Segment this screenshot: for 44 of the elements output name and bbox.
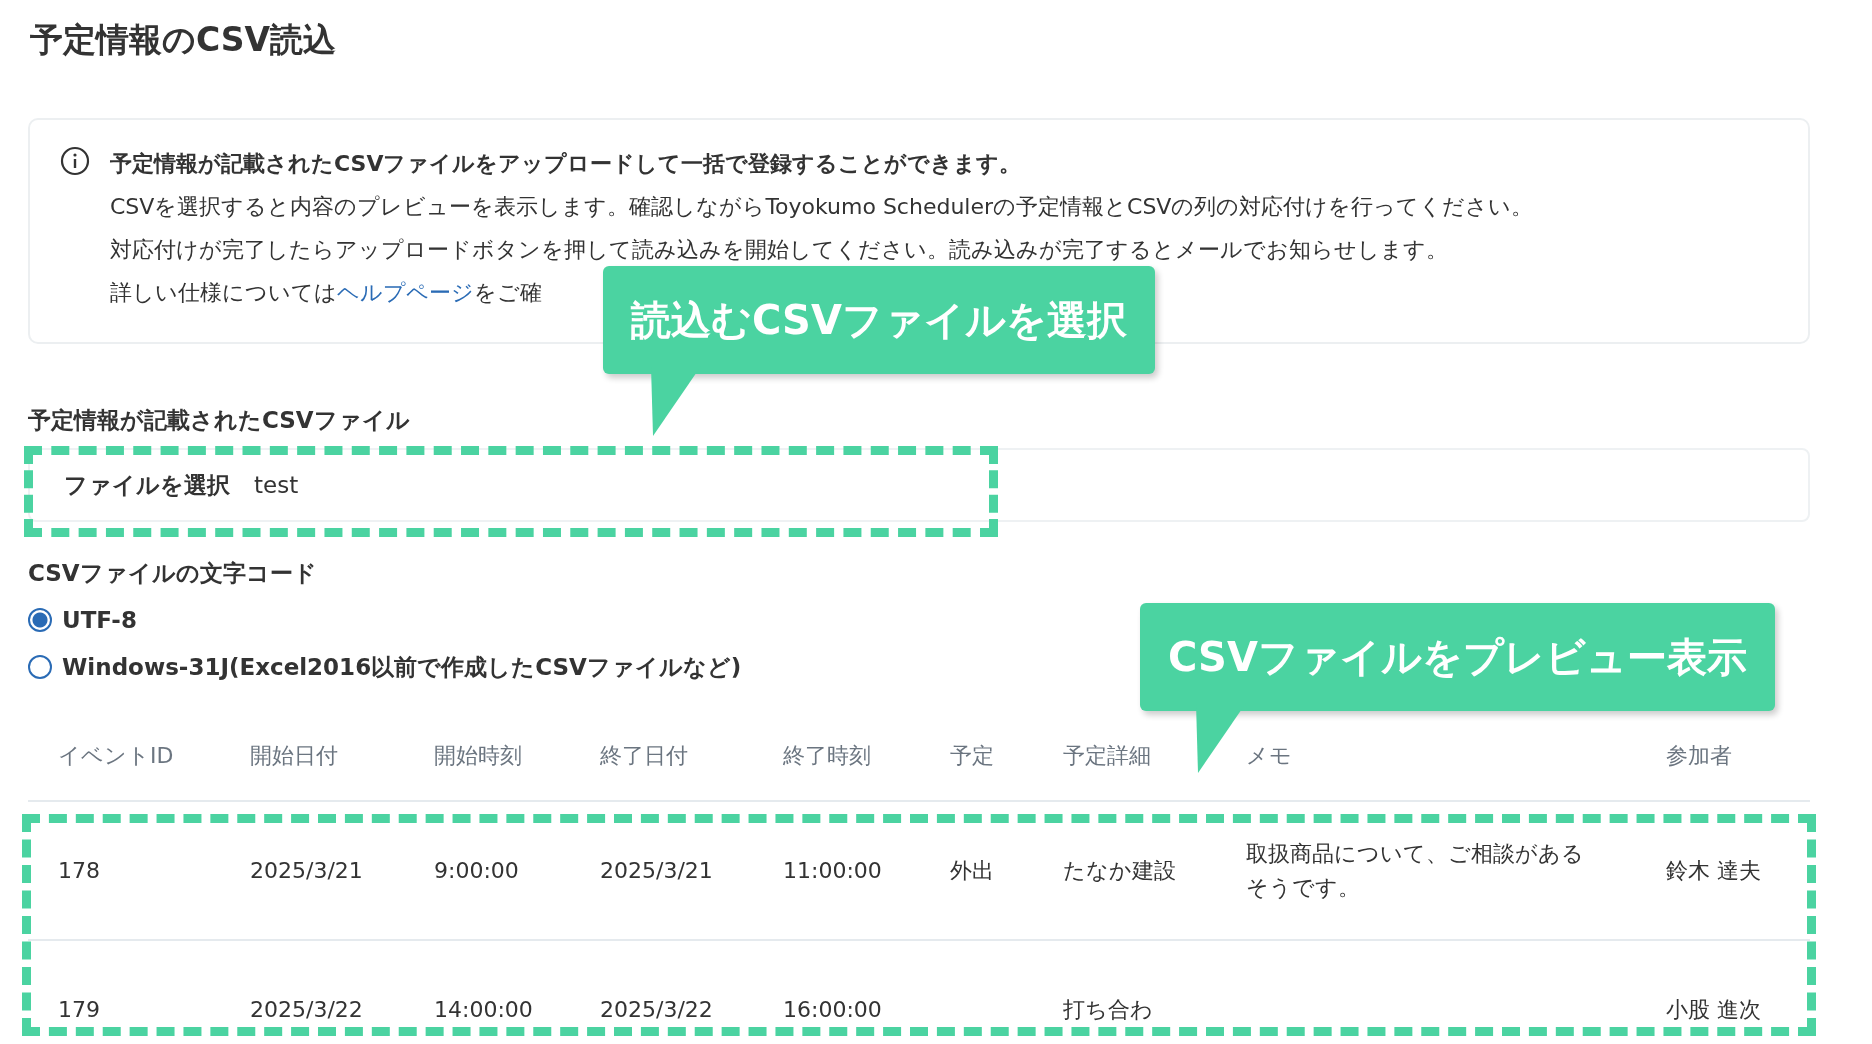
- column-header: 参加者: [1666, 743, 1732, 768]
- column-header: 終了時刻: [783, 743, 871, 768]
- file-button[interactable]: ファイルを選択: [64, 469, 230, 501]
- radio-label: UTF-8: [62, 606, 137, 635]
- file-input[interactable]: ファイルを選択 test: [28, 448, 1810, 522]
- table-cell: たなか建設: [1063, 857, 1176, 883]
- table-cell: 2025/3/22: [600, 996, 713, 1022]
- table-cell: 178: [58, 857, 100, 883]
- field-label: 予定情報が記載されたCSVファイル: [28, 406, 411, 435]
- table-cell: 2025/3/22: [250, 996, 363, 1022]
- callout-text: 読込むCSVファイルを選択: [631, 295, 1127, 345]
- radio-button[interactable]: [28, 655, 52, 679]
- table-cell: 2025/3/21: [250, 857, 363, 883]
- column-header: 開始時刻: [434, 743, 522, 768]
- column-header: メモ: [1246, 743, 1292, 768]
- radio-button[interactable]: [28, 608, 52, 632]
- column-header: 予定詳細: [1063, 743, 1151, 768]
- info-text: 対応付けが完了したらアップロードボタンを押して読み込みを開始してください。読み込みが完了するとメールでお知らせします。: [110, 236, 1449, 264]
- column-header: 開始日付: [250, 743, 338, 768]
- info-text: 予定情報が記載されたCSVファイルをアップロードして一括で登録することができます。: [110, 150, 1023, 178]
- column-header: 終了日付: [600, 743, 688, 768]
- info-text: をご確: [474, 280, 542, 305]
- table-cell: 取扱商品について、ご相談があるそうです。: [1246, 840, 1584, 900]
- column-header: 予定: [950, 743, 994, 768]
- callout-text: CSVファイルをプレビュー表示: [1168, 632, 1747, 682]
- help-link[interactable]: ヘルプページ: [337, 280, 474, 305]
- table-cell: 小股 進次: [1666, 996, 1761, 1022]
- table-cell: 鈴木 達夫: [1666, 857, 1761, 883]
- column-header: イベントID: [58, 743, 174, 768]
- page-title: 予定情報のCSV読込: [29, 19, 338, 61]
- file-name: test: [254, 472, 299, 498]
- table-cell: 9:00:00: [434, 857, 519, 883]
- info-text: 詳しい仕様については: [110, 280, 337, 305]
- table-cell: 179: [58, 996, 100, 1022]
- table-cell: 打ち合わ: [1063, 996, 1153, 1022]
- table-cell: 2025/3/21: [600, 857, 713, 883]
- table-cell: 外出: [950, 857, 994, 883]
- info-text: CSVを選択すると内容のプレビューを表示します。確認しながらToyokumo Schedulerの予定情報とCSVの列の対応付けを行ってください。: [110, 193, 1534, 221]
- table-cell: 16:00:00: [783, 996, 882, 1022]
- info-icon: [60, 146, 90, 176]
- field-label: CSVファイルの文字コード: [28, 559, 318, 588]
- table-cell: 11:00:00: [783, 857, 882, 883]
- radio-label: Windows-31J(Excel2016以前で作成したCSVファイルなど): [62, 653, 742, 682]
- table-cell: 14:00:00: [434, 996, 533, 1022]
